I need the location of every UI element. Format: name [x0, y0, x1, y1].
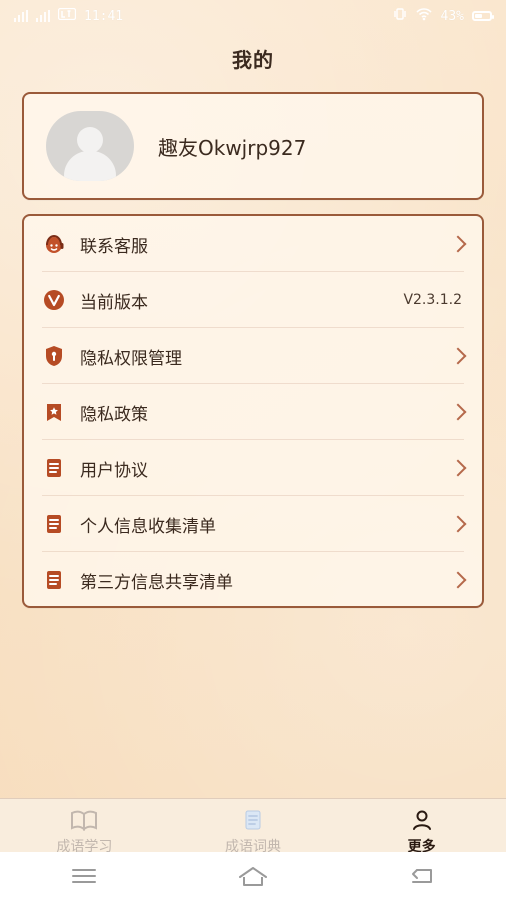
username: 趣友Okwjrp927	[158, 135, 307, 160]
menu-item-label: 隐私权限管理	[80, 348, 182, 369]
menu-item-user-agreement[interactable]: 用户协议	[24, 440, 482, 496]
menu-icon[interactable]	[54, 861, 114, 891]
status-bar: 11:41 43%	[0, 0, 506, 32]
wifi-icon	[415, 7, 433, 25]
settings-menu: 联系客服 当前版本 V2.3.1.2 隐私权限管理 隐私政策 用户协议 个人信息…	[22, 214, 484, 608]
bottom-tab-bar: 成语学习 成语词典 更多	[0, 798, 506, 855]
menu-item-privacy-policy[interactable]: 隐私政策	[24, 384, 482, 440]
status-time: 11:41	[84, 8, 124, 24]
user-icon	[410, 809, 434, 835]
battery-icon	[472, 11, 494, 21]
document-icon	[42, 568, 66, 592]
privacy-policy-icon	[42, 400, 66, 424]
menu-item-label: 个人信息收集清单	[80, 516, 216, 537]
menu-item-label: 隐私政策	[80, 404, 148, 425]
battery-fill	[475, 14, 482, 18]
signal-icon	[14, 10, 28, 22]
chevron-right-icon	[449, 235, 467, 253]
home-icon[interactable]	[223, 861, 283, 891]
menu-item-label: 第三方信息共享清单	[80, 572, 233, 593]
status-left: 11:41	[14, 7, 124, 24]
menu-item-label: 用户协议	[80, 460, 148, 481]
signal-icon	[36, 10, 50, 22]
page-title: 我的	[232, 48, 274, 72]
book-icon	[69, 809, 99, 835]
version-value: V2.3.1.2	[403, 292, 462, 308]
system-navigation-bar	[0, 852, 506, 900]
tab-idiom-learning[interactable]: 成语学习	[0, 809, 168, 855]
menu-item-customer-service[interactable]: 联系客服	[24, 216, 482, 272]
back-icon[interactable]	[392, 861, 452, 891]
version-icon	[42, 288, 66, 312]
lte-icon	[57, 7, 77, 24]
chevron-right-icon	[449, 403, 467, 421]
tab-idiom-dictionary[interactable]: 成语词典	[169, 809, 337, 855]
menu-item-current-version[interactable]: 当前版本 V2.3.1.2	[24, 272, 482, 328]
document-icon	[42, 512, 66, 536]
menu-item-label: 联系客服	[80, 236, 148, 257]
status-right: 43%	[393, 7, 494, 25]
avatar-body-shape	[64, 151, 116, 181]
menu-item-privacy-permissions[interactable]: 隐私权限管理	[24, 328, 482, 384]
privacy-shield-icon	[42, 344, 66, 368]
dictionary-icon	[242, 809, 264, 835]
avatar-head-shape	[77, 127, 103, 153]
chevron-right-icon	[449, 515, 467, 533]
profile-card[interactable]: 趣友Okwjrp927	[22, 92, 484, 200]
chevron-right-icon	[449, 459, 467, 477]
avatar[interactable]	[46, 111, 134, 181]
menu-item-label: 当前版本	[80, 292, 148, 313]
menu-item-personal-info-list[interactable]: 个人信息收集清单	[24, 496, 482, 552]
vibrate-icon	[393, 7, 407, 25]
chevron-right-icon	[449, 347, 467, 365]
battery-percent: 43%	[440, 8, 464, 24]
chevron-right-icon	[449, 571, 467, 589]
document-icon	[42, 456, 66, 480]
customer-service-icon	[42, 232, 66, 256]
menu-item-third-party-sharing-list[interactable]: 第三方信息共享清单	[24, 552, 482, 608]
tab-more[interactable]: 更多	[338, 809, 506, 855]
